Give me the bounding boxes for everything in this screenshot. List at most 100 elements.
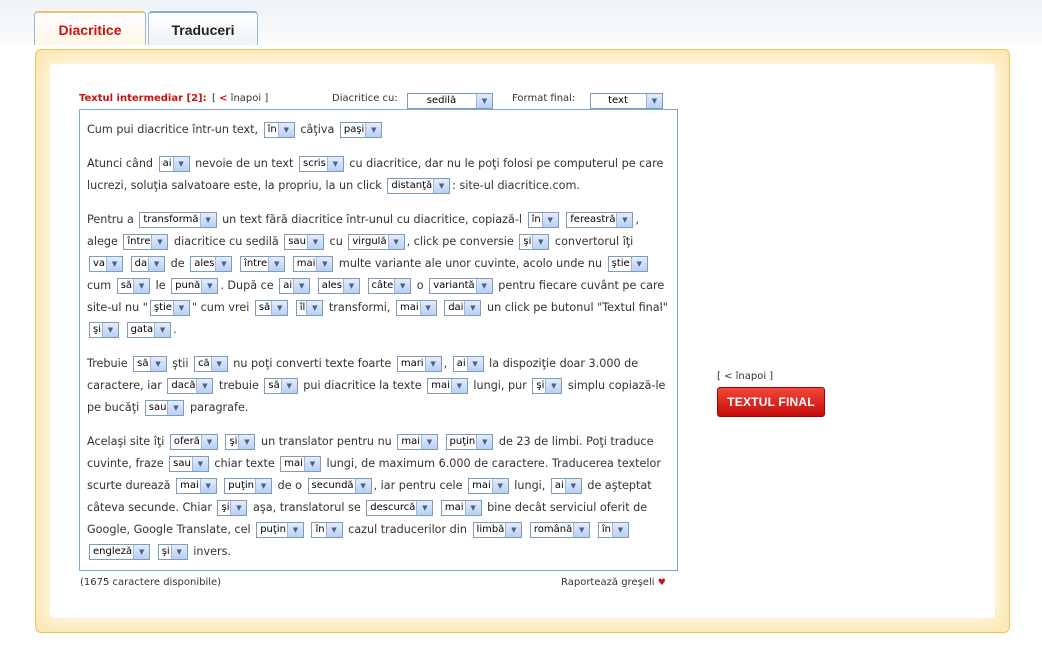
diacritics-select[interactable]: sedilă ▼ xyxy=(407,93,493,109)
chevron-down-icon: ▼ xyxy=(505,523,522,537)
word-choice-select[interactable]: îl ▼ xyxy=(295,300,324,316)
report-errors-link[interactable]: Raportează greşeli ♥ xyxy=(561,577,666,588)
back-link[interactable]: [ < înapoi ] xyxy=(212,93,268,104)
word-choice-select[interactable]: ales ▼ xyxy=(317,278,360,294)
word-choice-select[interactable]: puţin ▼ xyxy=(445,434,494,450)
word-choice-select[interactable]: fereastră ▼ xyxy=(566,212,634,228)
text-segment: chiar texte xyxy=(210,457,279,470)
chars-available: (1675 caractere disponibile) xyxy=(80,577,222,588)
word-choice-select[interactable]: ai ▼ xyxy=(158,156,190,172)
word-choice-select[interactable]: să ▼ xyxy=(133,356,167,372)
word-choice-value: secundă xyxy=(311,480,354,491)
word-choice-select[interactable]: şi ▼ xyxy=(217,500,248,516)
word-choice-select[interactable]: mai ▼ xyxy=(440,500,482,516)
word-choice-select[interactable]: să ▼ xyxy=(264,378,298,394)
word-choice-select[interactable]: mai ▼ xyxy=(397,434,438,450)
word-choice-select[interactable]: şi ▼ xyxy=(225,434,256,450)
word-choice-select[interactable]: virgulă ▼ xyxy=(348,234,405,250)
word-choice-select[interactable]: puţin ▼ xyxy=(224,478,273,494)
chevron-down-icon: ▼ xyxy=(106,257,123,271)
word-choice-value: oferă xyxy=(173,436,200,447)
diacritics-select-value: sedilă xyxy=(426,95,457,106)
word-choice-select[interactable]: distanţă ▼ xyxy=(387,178,451,194)
word-choice-select[interactable]: şi ▼ xyxy=(532,378,563,394)
tab-diacritice[interactable]: Diacritice xyxy=(34,11,146,45)
word-choice-select[interactable]: gata ▼ xyxy=(126,322,172,338)
word-choice-value: în xyxy=(315,524,325,535)
intermediate-text-area[interactable]: Cum pui diacritice într-un text, în ▼ câţ… xyxy=(79,109,678,571)
word-choice-select[interactable]: ai ▼ xyxy=(279,278,311,294)
word-choice-select[interactable]: ştie ▼ xyxy=(149,300,190,316)
word-choice-value: puţin xyxy=(260,524,286,535)
word-choice-select[interactable]: dai ▼ xyxy=(444,300,482,316)
word-choice-select[interactable]: ştie ▼ xyxy=(607,256,648,272)
word-choice-select[interactable]: mari ▼ xyxy=(396,356,442,372)
word-choice-select[interactable]: să ▼ xyxy=(116,278,151,294)
word-choice-select[interactable]: sau ▼ xyxy=(284,234,324,250)
word-choice-select[interactable]: pună ▼ xyxy=(171,278,219,294)
word-choice-select[interactable]: secundă ▼ xyxy=(307,478,372,494)
format-select[interactable]: text ▼ xyxy=(590,93,663,109)
text-segment xyxy=(440,435,444,448)
word-choice-select[interactable]: ales ▼ xyxy=(190,256,233,272)
word-choice-select[interactable]: paşi ▼ xyxy=(339,122,383,138)
word-choice-select[interactable]: în ▼ xyxy=(527,212,559,228)
word-choice-select[interactable]: în ▼ xyxy=(263,122,295,138)
word-choice-select[interactable]: mai ▼ xyxy=(427,378,468,394)
word-choice-value: mai xyxy=(180,480,199,491)
word-choice-select[interactable]: engleză ▼ xyxy=(89,544,151,560)
word-choice-select[interactable]: da ▼ xyxy=(130,256,166,272)
word-choice-value: limbă xyxy=(476,524,505,535)
word-choice-select[interactable]: mai ▼ xyxy=(292,256,334,272)
word-choice-value: ai xyxy=(554,480,564,491)
word-choice-value: dacă xyxy=(171,380,196,391)
word-choice-value: dai xyxy=(448,302,464,313)
word-choice-select[interactable]: câte ▼ xyxy=(367,278,412,294)
word-choice-select[interactable]: transformă ▼ xyxy=(139,212,217,228)
word-choice-select[interactable]: dacă ▼ xyxy=(167,378,214,394)
word-choice-value: va xyxy=(93,258,106,269)
word-choice-select[interactable]: scris ▼ xyxy=(298,156,344,172)
word-choice-value: mai xyxy=(284,458,303,469)
final-text-button[interactable]: TEXTUL FINAL xyxy=(717,387,825,417)
word-choice-select[interactable]: mai ▼ xyxy=(176,478,217,494)
word-choice-select[interactable]: puţin ▼ xyxy=(256,522,304,538)
intermediate-text-title: Textul intermediar [2]: xyxy=(79,93,207,104)
word-choice-select[interactable]: în ▼ xyxy=(311,522,343,538)
text-segment: pui diacritice la texte xyxy=(299,379,426,392)
word-choice-value: în xyxy=(531,214,541,225)
word-choice-select[interactable]: mai ▼ xyxy=(395,300,437,316)
word-choice-select[interactable]: între ▼ xyxy=(123,234,169,250)
text-segment: . xyxy=(173,323,177,336)
word-choice-select[interactable]: oferă ▼ xyxy=(169,434,218,450)
word-choice-select[interactable]: în ▼ xyxy=(597,522,629,538)
tab-traduceri[interactable]: Traduceri xyxy=(148,11,258,45)
text-paragraph: Atunci când ai ▼ nevoie de un text scris ▼… xyxy=(87,153,671,197)
word-choice-select[interactable]: limbă ▼ xyxy=(472,522,523,538)
word-choice-value: între xyxy=(244,258,268,269)
word-choice-select[interactable]: să ▼ xyxy=(254,300,289,316)
text-segment: Atunci când xyxy=(87,157,157,170)
word-choice-select[interactable]: mai ▼ xyxy=(280,456,321,472)
text-segment: . După ce xyxy=(220,279,278,292)
word-choice-select[interactable]: sau ▼ xyxy=(169,456,209,472)
word-choice-select[interactable]: mai ▼ xyxy=(468,478,509,494)
word-choice-select[interactable]: sau ▼ xyxy=(144,400,185,416)
word-choice-select[interactable]: şi ▼ xyxy=(89,322,119,338)
word-choice-select[interactable]: descurcă ▼ xyxy=(366,500,434,516)
chevron-down-icon: ▼ xyxy=(306,235,323,249)
chevron-down-icon: ▼ xyxy=(255,479,272,493)
word-choice-select[interactable]: română ▼ xyxy=(529,522,591,538)
word-choice-select[interactable]: şi ▼ xyxy=(157,544,188,560)
word-choice-select[interactable]: variantă ▼ xyxy=(429,278,493,294)
word-choice-select[interactable]: ai ▼ xyxy=(452,356,484,372)
side-back-link[interactable]: [ < înapoi ] xyxy=(717,371,773,382)
back-chevron-icon: < xyxy=(219,93,228,104)
word-choice-select[interactable]: între ▼ xyxy=(240,256,286,272)
word-choice-select[interactable]: şi ▼ xyxy=(519,234,550,250)
text-segment: invers. xyxy=(189,545,231,558)
word-choice-select[interactable]: ai ▼ xyxy=(550,478,582,494)
word-choice-select[interactable]: că ▼ xyxy=(194,356,228,372)
chevron-down-icon: ▼ xyxy=(464,301,481,315)
word-choice-select[interactable]: va ▼ xyxy=(89,256,124,272)
